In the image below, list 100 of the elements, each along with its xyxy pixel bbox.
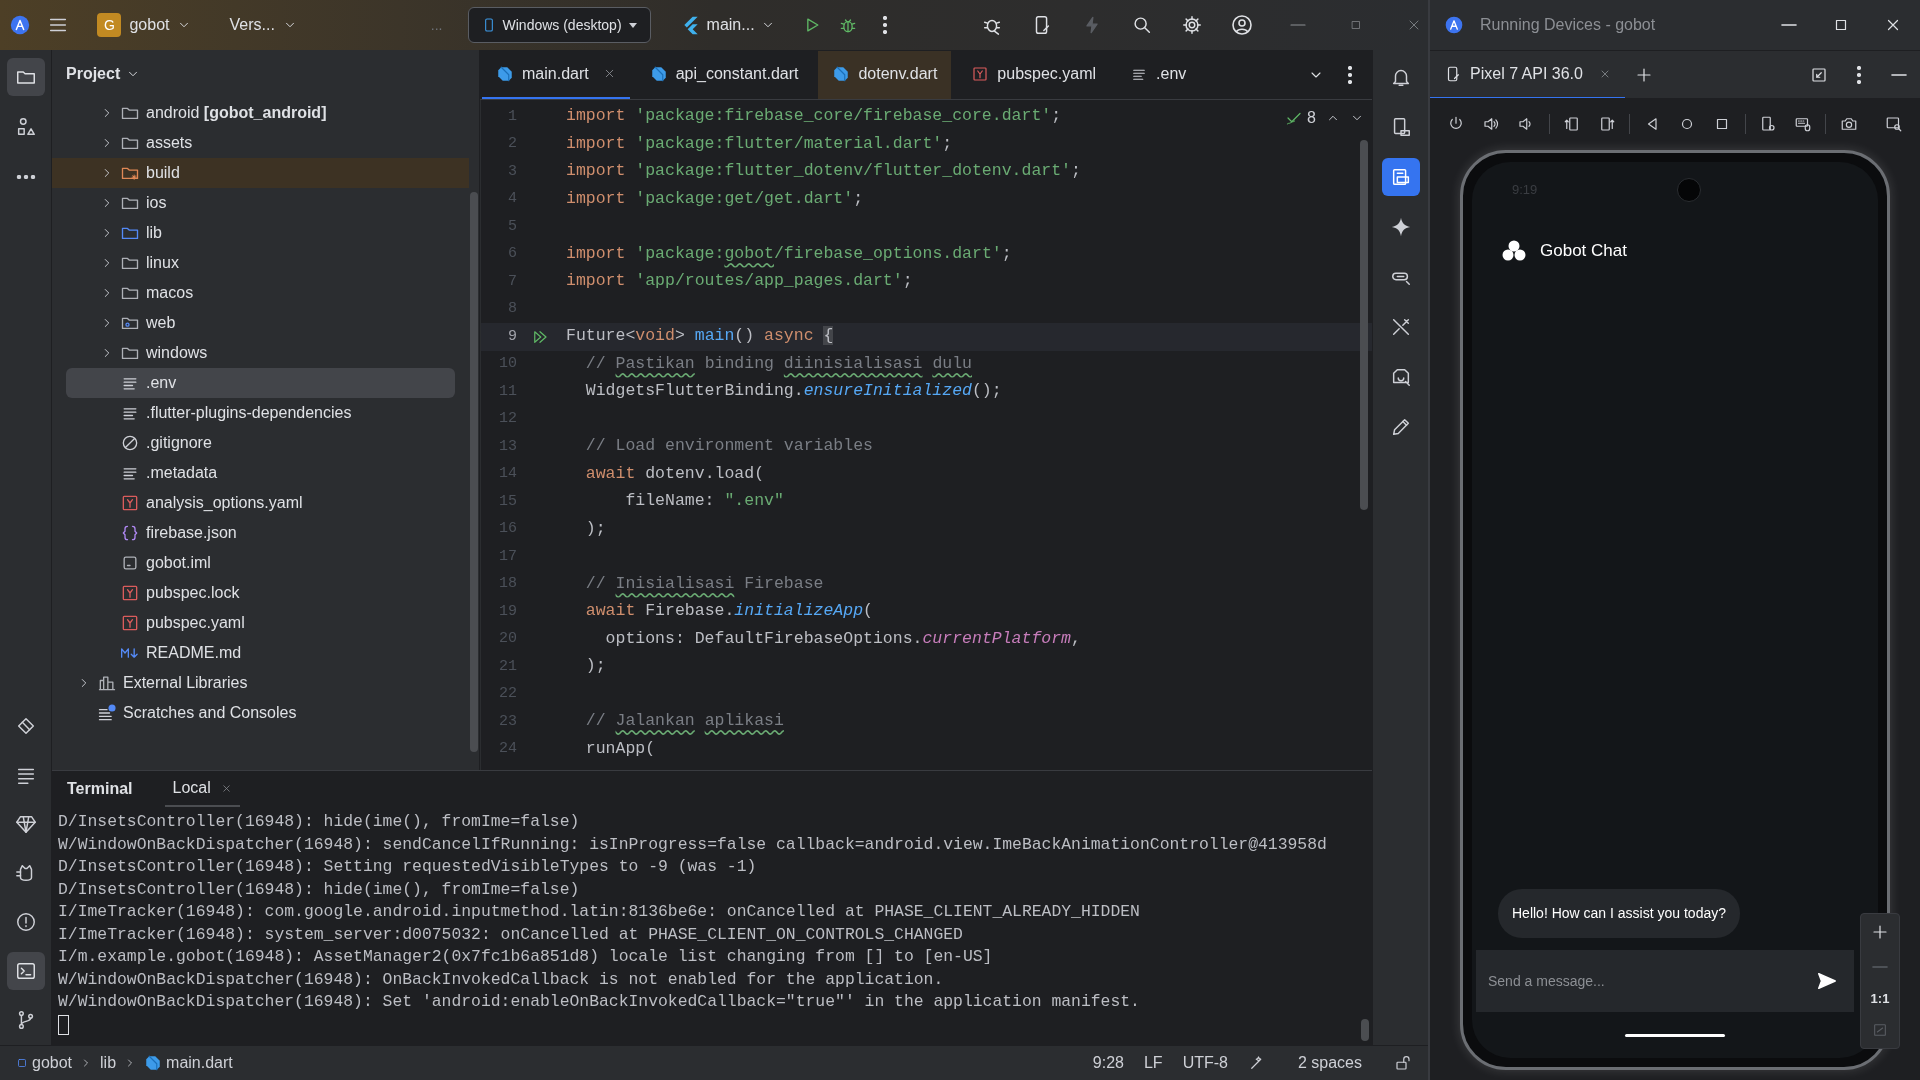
tree-item[interactable]: .gitignore [52, 428, 469, 458]
tree-item[interactable]: ios [52, 188, 469, 218]
tree-item[interactable]: macos [52, 278, 469, 308]
caret-position[interactable]: 9:28 [1092, 1051, 1124, 1075]
tree-item[interactable]: README.md [52, 638, 469, 668]
breadcrumb[interactable]: lib [100, 1051, 117, 1075]
breadcrumb[interactable]: main.dart [144, 1051, 233, 1075]
fit-icon [1872, 1022, 1888, 1039]
tree-item[interactable]: Scratches and Consoles [52, 698, 469, 728]
app-logo-icon [1444, 15, 1464, 35]
tree-item[interactable]: analysis_options.yaml [52, 488, 469, 518]
project-view-selector[interactable]: Project [66, 62, 141, 86]
chat-bubble: Hello! How can I assist you today? [1498, 889, 1740, 938]
code-line: import 'package:gobot/firebase_options.dart'; [566, 242, 1012, 265]
tree-item[interactable]: pubspec.yaml [52, 608, 469, 638]
more-icon [882, 16, 887, 34]
inspection-widget[interactable]: 8 [1285, 106, 1316, 130]
code-line: // Inisialisasi Firebase [584, 572, 824, 595]
code-line: import 'package:get/get.dart'; [566, 187, 864, 210]
device-selector[interactable]: Windows (desktop) [467, 7, 651, 43]
tool-window-button[interactable] [6, 952, 45, 990]
tree-item[interactable]: gobot.iml [52, 548, 469, 578]
tree-item-label: pubspec.lock [146, 583, 240, 603]
tree-item-label: analysis_options.yaml [146, 493, 303, 513]
tree-item-label: macos [146, 283, 194, 303]
code-line: ); [584, 655, 606, 678]
lock-icon[interactable] [1394, 1054, 1412, 1072]
editor-tab[interactable]: dotenv.dart [818, 50, 952, 99]
minimize-icon [1290, 24, 1306, 26]
tool-window-button[interactable] [1381, 158, 1420, 196]
tree-item-label: .gitignore [146, 433, 212, 453]
scrollbar[interactable] [1360, 140, 1368, 510]
hide-icon [1891, 73, 1907, 76]
actual-size-button[interactable]: 1:1 [1870, 988, 1890, 1009]
code-line: fileName: ".env" [624, 490, 784, 513]
vcs-selector[interactable]: Vers... [223, 7, 303, 43]
slashed-circle-icon [120, 433, 140, 453]
file-encoding[interactable]: UTF-8 [1182, 1051, 1228, 1075]
minimize-icon [1781, 24, 1797, 26]
code-line: import 'package:flutter_dotenv/flutter_dotenv.dart'; [566, 160, 1081, 183]
more-icon [1857, 65, 1861, 84]
tree-item-label: gobot.iml [146, 553, 211, 573]
rotate-left-icon [1562, 114, 1581, 133]
tree-item[interactable]: lib [52, 218, 469, 248]
tree-item-label: build [146, 163, 180, 183]
code-line: await Firebase.initializeApp( [584, 600, 873, 623]
device-label: Windows (desktop) [502, 15, 622, 35]
tree-item[interactable]: linux [52, 248, 469, 278]
message-field[interactable]: Send a message... [1488, 970, 1816, 992]
tree-item[interactable]: build [52, 158, 469, 188]
tree-item[interactable]: firebase.json [52, 518, 469, 548]
code-line: // Load environment variables [584, 435, 873, 458]
editor-tab[interactable]: api_constant.dart [635, 50, 813, 99]
device-settings-icon [1759, 114, 1778, 133]
tree-item[interactable]: .metadata [52, 458, 469, 488]
camera-icon [1677, 178, 1702, 202]
code-line: import 'package:firebase_core/firebase_core.dart'; [566, 105, 1062, 128]
line-separator[interactable]: LF [1143, 1051, 1163, 1075]
send-icon[interactable] [1816, 970, 1838, 992]
tree-item[interactable]: windows [52, 338, 469, 368]
editor-tab[interactable]: .env [1116, 50, 1201, 99]
dart-file-icon [649, 64, 668, 83]
editor-tab[interactable]: main.dart [482, 50, 630, 99]
braces-icon [120, 523, 140, 543]
scrollbar[interactable] [470, 192, 478, 752]
tree-item-label: firebase.json [146, 523, 237, 543]
tree-item[interactable]: web [52, 308, 469, 338]
terminal-line: W/WindowOnBackDispatcher(16948): sendCancelIfRunning: isInProgress=false callback=android.view.ImeBackAnimationController@413958d [58, 833, 1327, 856]
tree-item[interactable]: .flutter-plugins-dependencies [52, 398, 469, 428]
tree-item[interactable]: android [gobot_android] [52, 98, 469, 128]
user-icon [1230, 13, 1254, 37]
tree-item[interactable]: assets [52, 128, 469, 158]
tree-item-label: linux [146, 253, 179, 273]
message-input[interactable]: Send a message... [1476, 950, 1854, 1012]
tree-item[interactable]: pubspec.lock [52, 578, 469, 608]
minus-icon [1872, 965, 1888, 968]
tree-item-label: lib [146, 223, 162, 243]
yaml-file-icon [971, 64, 990, 83]
code-line: WidgetsFlutterBinding.ensureInitialized(); [584, 380, 1002, 403]
vcs-label: Vers... [229, 15, 275, 35]
tree-item-label: android [gobot_android] [146, 103, 327, 123]
scrollbar[interactable] [1361, 1019, 1369, 1041]
workspace-switcher[interactable]: G gobot [91, 7, 198, 43]
run-configuration[interactable]: main... [676, 7, 779, 43]
tree-item[interactable]: External Libraries [52, 668, 469, 698]
breadcrumb[interactable]: gobot [16, 1051, 73, 1075]
terminal-line: I/m.example.gobot(16948): AssetManager2(0x7fc1b6a851d8) locale list changing from [] to [en-US] [58, 946, 993, 968]
yaml-file-icon [120, 613, 140, 633]
tool-window-button[interactable] [6, 58, 45, 96]
tree-item-label: .env [146, 373, 177, 393]
panel-title: Terminal [67, 779, 133, 799]
logo-icon [1502, 239, 1526, 262]
terminal-tab[interactable]: Local [164, 771, 240, 807]
editor-tab[interactable]: pubspec.yaml [957, 50, 1111, 99]
terminal-line: D/InsetsController(16948): Setting requestedVisibleTypes to -9 (was -1) [58, 856, 757, 878]
dart-file-icon [832, 64, 851, 83]
terminal-line: I/ImeTracker(16948): com.google.android.inputmethod.latin:8136be6e: onCancelled at PHASE_CLIENT_ALREADY_HIDDEN [58, 901, 1140, 923]
indent-setting[interactable]: 2 spaces [1297, 1051, 1362, 1075]
line-number: 9 [507, 326, 517, 347]
tree-item[interactable]: .env [66, 368, 455, 398]
